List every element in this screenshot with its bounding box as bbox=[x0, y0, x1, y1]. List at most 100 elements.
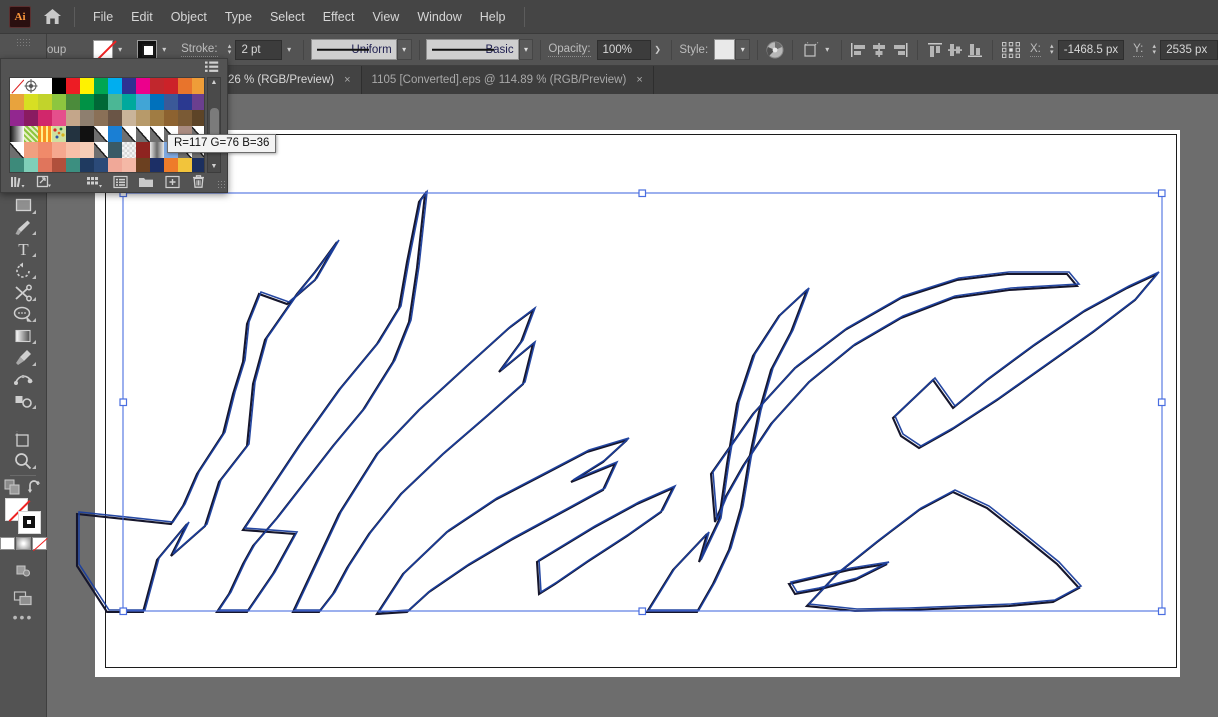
swatch-2-10[interactable] bbox=[150, 110, 164, 126]
swatch-0-7[interactable] bbox=[108, 78, 122, 94]
swatch-0-10[interactable] bbox=[150, 78, 164, 94]
swatch-1-11[interactable] bbox=[164, 94, 178, 110]
swatch-3-1[interactable] bbox=[24, 126, 38, 142]
menu-window[interactable]: Window bbox=[408, 6, 470, 28]
document-tab-1-close-icon[interactable]: × bbox=[344, 74, 350, 86]
brush-definition-combo[interactable]: Basic bbox=[426, 39, 519, 60]
swatch-3-4[interactable] bbox=[66, 126, 80, 142]
swatch-4-4[interactable] bbox=[66, 142, 80, 158]
transform-shape-dropdown-icon[interactable]: ▾ bbox=[820, 40, 834, 60]
swatch-3-8[interactable] bbox=[122, 126, 136, 142]
align-right-icon[interactable] bbox=[889, 40, 909, 60]
gradient-color-icon[interactable] bbox=[15, 537, 31, 551]
swatch-3-6[interactable] bbox=[94, 126, 108, 142]
swatch-1-13[interactable] bbox=[192, 94, 204, 110]
swatch-3-3[interactable] bbox=[52, 126, 66, 142]
show-kinds-icon[interactable] bbox=[82, 173, 106, 191]
swap-arrows-icon[interactable] bbox=[27, 479, 42, 495]
none-color-icon[interactable] bbox=[31, 537, 47, 551]
stroke-dropdown-icon[interactable]: ▾ bbox=[157, 40, 171, 60]
artboard-tool[interactable] bbox=[7, 429, 39, 451]
swatch-1-1[interactable] bbox=[24, 94, 38, 110]
swatch-4-10[interactable] bbox=[150, 142, 164, 158]
swatch-0-6[interactable] bbox=[94, 78, 108, 94]
swatch-1-9[interactable] bbox=[136, 94, 150, 110]
swatch-1-2[interactable] bbox=[38, 94, 52, 110]
drawing-mode-button[interactable] bbox=[7, 559, 39, 581]
menu-select[interactable]: Select bbox=[261, 6, 314, 28]
tools-panel-grip[interactable] bbox=[16, 38, 30, 47]
stroke-profile-combo[interactable]: Uniform bbox=[310, 39, 397, 60]
swatch-2-1[interactable] bbox=[24, 110, 38, 126]
swatch-4-7[interactable] bbox=[108, 142, 122, 158]
graphic-style-swatch[interactable] bbox=[714, 39, 736, 60]
swatch-2-8[interactable] bbox=[122, 110, 136, 126]
opacity-flyout-icon[interactable]: ❯ bbox=[651, 40, 665, 60]
menu-edit[interactable]: Edit bbox=[122, 6, 162, 28]
edit-toolbar-button[interactable]: ••• bbox=[13, 609, 34, 625]
document-tab-2[interactable]: 1105 [Converted].eps @ 114.89 % (RGB/Pre… bbox=[361, 66, 654, 94]
menu-view[interactable]: View bbox=[363, 6, 408, 28]
shaper-tool[interactable] bbox=[7, 304, 39, 326]
swatch-4-3[interactable] bbox=[52, 142, 66, 158]
brush-dropdown-icon[interactable]: ▾ bbox=[518, 39, 534, 60]
swatch-2-13[interactable] bbox=[192, 110, 204, 126]
swatch-2-6[interactable] bbox=[94, 110, 108, 126]
swatch-2-11[interactable] bbox=[164, 110, 178, 126]
swatch-2-2[interactable] bbox=[38, 110, 52, 126]
swatch-0-5[interactable] bbox=[80, 78, 94, 94]
swatch-4-2[interactable] bbox=[38, 142, 52, 158]
type-tool[interactable]: T bbox=[7, 238, 39, 260]
menu-object[interactable]: Object bbox=[162, 6, 216, 28]
swatch-0-1[interactable] bbox=[24, 78, 38, 94]
swatch-1-0[interactable] bbox=[10, 94, 24, 110]
scroll-up-icon[interactable]: ▲ bbox=[211, 78, 218, 88]
swatch-0-11[interactable] bbox=[164, 78, 178, 94]
swatch-1-8[interactable] bbox=[122, 94, 136, 110]
panel-resize-grip[interactable] bbox=[217, 180, 225, 188]
swatches-grid[interactable] bbox=[10, 78, 204, 172]
stroke-profile-dropdown-icon[interactable]: ▾ bbox=[396, 39, 412, 60]
swatch-1-12[interactable] bbox=[178, 94, 192, 110]
stroke-weight-dropdown-icon[interactable]: ▾ bbox=[282, 40, 296, 60]
swatch-1-4[interactable] bbox=[66, 94, 80, 110]
swatch-2-12[interactable] bbox=[178, 110, 192, 126]
y-coordinate-field[interactable]: 2535 px bbox=[1160, 39, 1218, 60]
paintbrush-tool[interactable] bbox=[7, 217, 39, 239]
swatch-4-9[interactable] bbox=[136, 142, 150, 158]
swatch-libraries-icon[interactable] bbox=[6, 173, 30, 191]
gradient-tool[interactable] bbox=[7, 325, 39, 347]
swatch-0-0[interactable] bbox=[10, 78, 24, 94]
document-tab-2-close-icon[interactable]: × bbox=[636, 74, 642, 86]
swatch-2-3[interactable] bbox=[52, 110, 66, 126]
swatch-1-10[interactable] bbox=[150, 94, 164, 110]
menu-help[interactable]: Help bbox=[471, 6, 515, 28]
folder-icon[interactable] bbox=[134, 173, 158, 191]
recolor-artwork-icon[interactable] bbox=[765, 39, 785, 61]
swatch-0-13[interactable] bbox=[192, 78, 204, 94]
swatches-scrollbar[interactable]: ▲ ▼ bbox=[207, 77, 221, 173]
swatch-options-icon[interactable] bbox=[108, 173, 132, 191]
swatch-4-5[interactable] bbox=[80, 142, 94, 158]
x-stepper[interactable]: ▴ ▾ bbox=[1046, 40, 1058, 60]
swatch-0-3[interactable] bbox=[52, 78, 66, 94]
menu-file[interactable]: File bbox=[84, 6, 122, 28]
transform-reference-point-icon[interactable] bbox=[1000, 39, 1022, 61]
swatch-2-9[interactable] bbox=[136, 110, 150, 126]
swatch-0-4[interactable] bbox=[66, 78, 80, 94]
screen-mode-button[interactable] bbox=[7, 587, 39, 609]
stroke-weight-field[interactable]: 2 pt bbox=[235, 39, 283, 60]
opacity-field[interactable]: 100% bbox=[596, 39, 651, 60]
eyedropper-tool[interactable] bbox=[7, 347, 39, 369]
swatch-4-0[interactable] bbox=[10, 142, 24, 158]
swatch-2-5[interactable] bbox=[80, 110, 94, 126]
default-fill-stroke-icon[interactable] bbox=[4, 479, 21, 495]
swatch-0-2[interactable] bbox=[38, 78, 52, 94]
stroke-weight-stepper[interactable]: ▴ ▾ bbox=[224, 40, 236, 60]
x-coordinate-field[interactable]: -1468.5 px bbox=[1057, 39, 1125, 60]
swatch-3-5[interactable] bbox=[80, 126, 94, 142]
menu-type[interactable]: Type bbox=[216, 6, 261, 28]
swatch-2-4[interactable] bbox=[66, 110, 80, 126]
flat-color-icon[interactable] bbox=[0, 537, 15, 551]
swatch-3-0[interactable] bbox=[10, 126, 24, 142]
